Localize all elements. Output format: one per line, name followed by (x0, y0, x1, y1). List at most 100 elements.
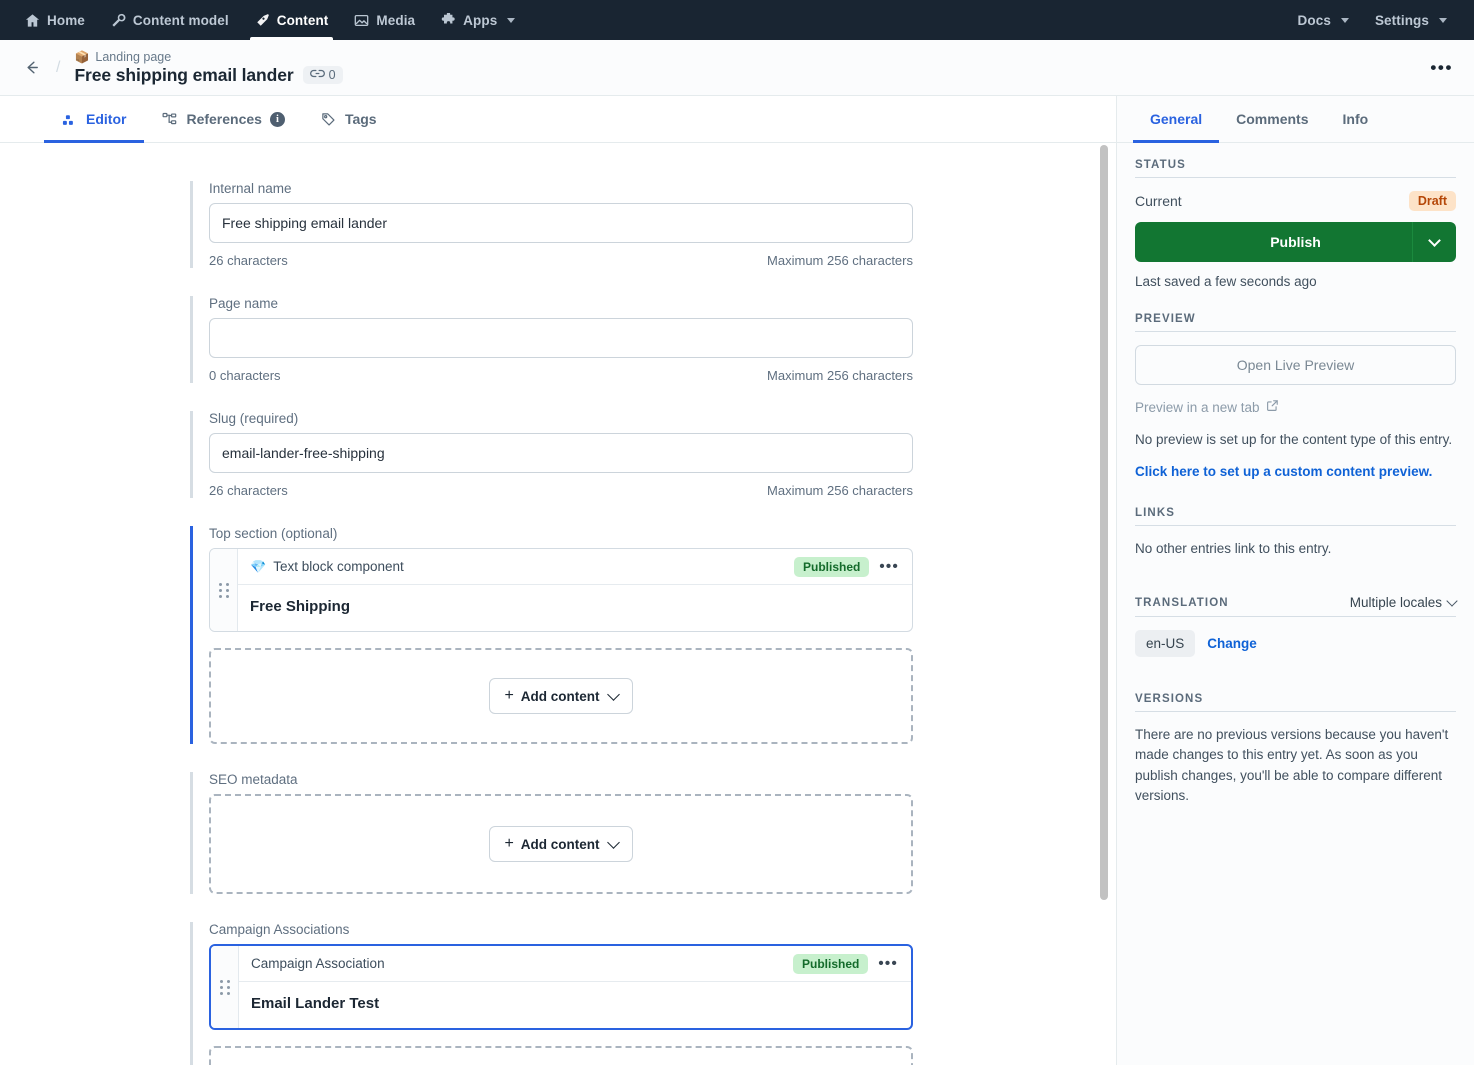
sidebar-tab-bar: General Comments Info (1117, 96, 1474, 143)
breadcrumb-label: Landing page (95, 49, 172, 64)
scrollbar-thumb[interactable] (1100, 145, 1108, 900)
references-tree-icon (162, 111, 178, 127)
setup-custom-preview-link[interactable]: Click here to set up a custom content pr… (1135, 464, 1456, 479)
no-preview-text: No preview is set up for the content typ… (1135, 431, 1453, 447)
nav-item-docs[interactable]: Docs (1285, 0, 1362, 40)
package-icon: 📦 (74, 49, 90, 64)
info-icon[interactable]: i (269, 111, 285, 127)
field-meta: 26 characters Maximum 256 characters (209, 483, 913, 498)
entry-header-bar: / 📦 Landing page Free shipping email lan… (0, 40, 1474, 96)
drag-handle-icon[interactable] (210, 549, 238, 631)
image-icon (354, 13, 369, 28)
editor-blocks-icon (62, 111, 78, 127)
field-internal-name: Internal name 26 characters Maximum 256 … (190, 181, 913, 268)
field-label: Top section (optional) (209, 526, 338, 541)
preview-in-new-tab-link[interactable]: Preview in a new tab (1135, 399, 1279, 415)
chevron-down-icon (507, 17, 516, 23)
max-chars: Maximum 256 characters (767, 483, 913, 498)
component-entry-title: Email Lander Test (251, 995, 380, 1012)
component-type-label: Campaign Association (251, 956, 385, 971)
component-type: 💎 Text block component (250, 559, 404, 575)
editor-tab-bar: Editor References i Tags (0, 96, 1116, 143)
translation-heading-label: TRANSLATION (1135, 596, 1229, 609)
back-arrow-icon[interactable] (18, 55, 44, 81)
add-content-label: Add content (520, 836, 600, 852)
chevron-down-icon (1340, 17, 1349, 23)
top-section-dropzone[interactable]: + Add content (209, 648, 913, 744)
seo-metadata-dropzone[interactable]: + Add content (209, 794, 913, 894)
external-link-icon (1266, 399, 1279, 415)
page-title: Free shipping email lander (74, 64, 294, 85)
nav-item-settings[interactable]: Settings (1362, 0, 1460, 40)
top-nav-secondary-items: Docs Settings (1285, 0, 1460, 40)
locale-selector-value: Multiple locales (1349, 595, 1442, 610)
header-separator: / (56, 58, 61, 76)
link-count-badge[interactable]: 0 (302, 66, 343, 84)
links-section-heading: LINKS (1135, 507, 1456, 526)
status-row: Current Draft (1135, 191, 1456, 211)
tab-label: General (1150, 111, 1203, 127)
change-locale-link[interactable]: Change (1207, 636, 1257, 651)
component-actions-menu-button[interactable]: ••• (876, 559, 902, 574)
chevron-down-icon (1446, 595, 1458, 607)
entry-actions-menu-button[interactable]: ••• (1425, 59, 1458, 76)
tab-tags[interactable]: Tags (303, 96, 395, 142)
field-meta: 0 characters Maximum 256 characters (209, 368, 913, 383)
status-badge: Published (793, 953, 869, 974)
nav-item-label: Home (47, 12, 85, 28)
field-label: Slug (required) (209, 411, 299, 426)
component-entry-title: Free Shipping (250, 598, 351, 615)
nav-item-media[interactable]: Media (341, 0, 428, 40)
component-card-campaign-association[interactable]: Campaign Association Published ••• Email… (209, 944, 913, 1030)
component-card-text-block[interactable]: 💎 Text block component Published ••• Fre… (209, 548, 913, 632)
char-count: 0 characters (209, 368, 281, 383)
preview-section-heading: PREVIEW (1135, 313, 1456, 332)
title-row: Free shipping email lander 0 (74, 64, 343, 86)
locale-selector[interactable]: Multiple locales (1349, 595, 1458, 610)
component-actions-menu-button[interactable]: ••• (875, 956, 901, 971)
tab-info[interactable]: Info (1326, 96, 1386, 142)
nav-item-apps[interactable]: Apps (428, 0, 528, 40)
entry-title-group: 📦 Landing page Free shipping email lande… (74, 50, 343, 86)
tab-references[interactable]: References i (144, 96, 303, 142)
editor-form-scroll-area: Internal name 26 characters Maximum 256 … (0, 143, 1116, 1065)
publish-dropdown-toggle[interactable] (1412, 222, 1456, 262)
publish-button-label: Publish (1270, 234, 1321, 250)
top-nav-primary-items: Home Content model Content Media Apps (12, 0, 528, 40)
nav-item-content-model[interactable]: Content model (98, 0, 242, 40)
tab-general[interactable]: General (1133, 96, 1220, 143)
publish-button[interactable]: Publish (1135, 222, 1456, 262)
tab-editor[interactable]: Editor (44, 96, 145, 143)
field-top-section: Top section (optional) 💎 Text block comp… (190, 526, 913, 744)
field-page-name: Page name 0 characters Maximum 256 chara… (190, 296, 913, 383)
locale-chip: en-US (1135, 630, 1196, 657)
nav-item-home[interactable]: Home (12, 0, 98, 40)
internal-name-input[interactable] (209, 203, 913, 243)
nav-item-content[interactable]: Content (242, 0, 342, 40)
tab-comments[interactable]: Comments (1219, 96, 1325, 142)
tag-icon (321, 111, 337, 127)
preview-new-tab-label: Preview in a new tab (1135, 399, 1260, 415)
campaign-associations-dropzone[interactable] (209, 1046, 913, 1065)
add-content-button-seo[interactable]: + Add content (489, 826, 633, 862)
field-label: Campaign Associations (209, 922, 350, 937)
versions-section-heading: VERSIONS (1135, 693, 1456, 712)
gem-icon: 💎 (250, 558, 267, 574)
add-content-button-top-section[interactable]: + Add content (489, 678, 633, 714)
chain-link-icon (309, 68, 325, 82)
open-live-preview-button[interactable]: Open Live Preview (1135, 345, 1456, 385)
nav-item-label: Content (276, 12, 329, 28)
add-content-label: Add content (520, 688, 600, 704)
page-name-input[interactable] (209, 318, 913, 358)
tab-label: Comments (1236, 111, 1309, 127)
drag-handle-icon[interactable] (211, 946, 239, 1028)
main-body: Editor References i Tags Internal name F… (0, 96, 1474, 1065)
status-current-label: Current (1135, 193, 1182, 209)
breadcrumb[interactable]: 📦 Landing page (74, 50, 342, 64)
editor-scrollbar[interactable] (1100, 143, 1108, 1065)
slug-input[interactable] (209, 433, 913, 473)
tab-label: Tags (344, 111, 377, 127)
